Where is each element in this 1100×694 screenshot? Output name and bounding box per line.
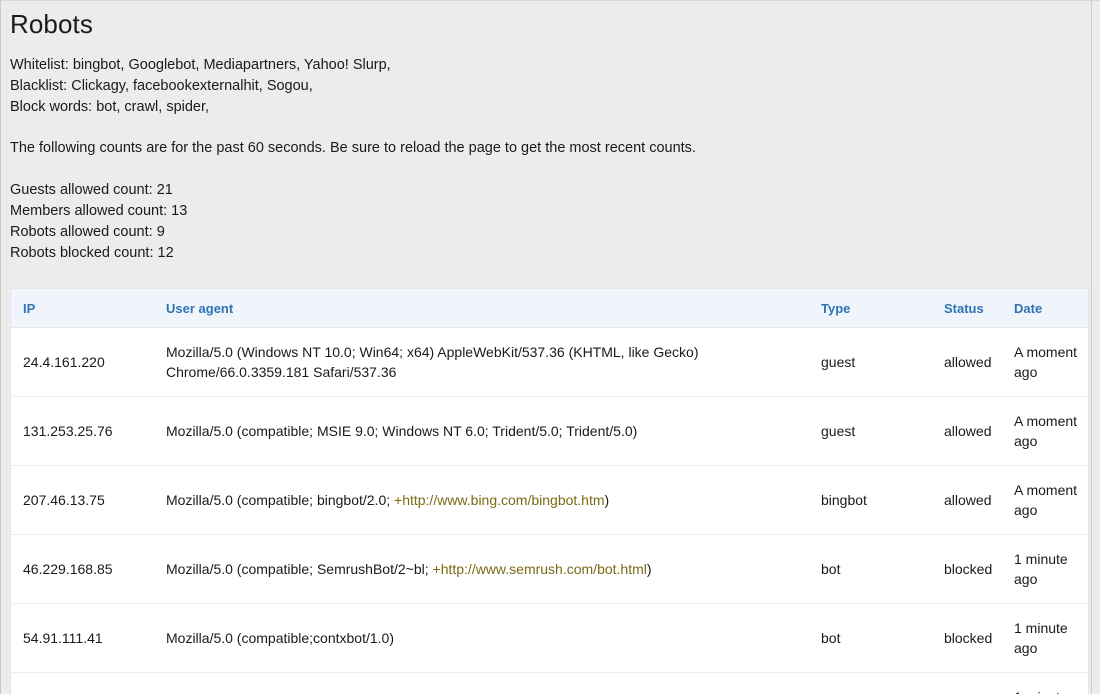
cell-ip: 46.229.168.85: [11, 534, 154, 605]
cell-user-agent: Mozilla/5.0 (Macintosh; Intel Mac OS X 1…: [154, 672, 809, 694]
guests-allowed-count: Guests allowed count: 21: [10, 182, 173, 199]
cell-type: guest: [809, 396, 932, 467]
cell-user-agent: Mozilla/5.0 (Windows NT 10.0; Win64; x64…: [154, 327, 809, 398]
cell-ip: 207.46.13.75: [11, 465, 154, 536]
cell-status: blocked: [932, 534, 1002, 605]
table-row: 131.253.25.76 Mozilla/5.0 (compatible; MS…: [11, 396, 1088, 467]
cell-date: A moment ago: [1002, 327, 1088, 398]
cell-date: 1 minute ago: [1002, 603, 1088, 674]
cell-ip: 131.253.25.76: [11, 396, 154, 467]
column-header-type[interactable]: Type: [809, 289, 932, 329]
page-root: Robots Whitelist: bingbot, Googlebot, Me…: [0, 0, 1100, 694]
cell-user-agent: Mozilla/5.0 (compatible; bingbot/2.0; +h…: [154, 465, 809, 536]
members-allowed-count: Members allowed count: 13: [10, 202, 188, 219]
table-row: 54.91.111.41 Mozilla/5.0 (compatible;cont…: [11, 603, 1088, 674]
table-row: 73.223.201.187Mozilla/5.0 (Macintosh; In…: [11, 672, 1088, 694]
user-agent-url-link[interactable]: +http://www.bing.com/bingbot.htm: [394, 492, 605, 508]
user-agent-text: Mozilla/5.0 (compatible; SemrushBot/2~bl…: [166, 561, 433, 578]
cell-user-agent: Mozilla/5.0 (compatible; SemrushBot/2~bl…: [154, 534, 809, 605]
counts-intro-text: The following counts are for the past 60…: [10, 140, 696, 157]
robots-table: IP User agent Type Status Date 24.4.161.…: [11, 289, 1088, 694]
cell-user-agent: Mozilla/5.0 (compatible; MSIE 9.0; Windo…: [154, 396, 809, 467]
user-agent-text-tail: ): [604, 492, 610, 509]
robots-table-head: IP User agent Type Status Date: [11, 289, 1088, 329]
page-right-gutter: [1091, 1, 1100, 694]
cell-type: bot: [809, 603, 932, 674]
robots-blocked-count: Robots blocked count: 12: [10, 244, 174, 261]
user-agent-url-link[interactable]: +http://www.semrush.com/bot.html: [433, 561, 647, 577]
whitelist-line: Whitelist: bingbot, Googlebot, Mediapart…: [10, 57, 391, 73]
column-header-ip[interactable]: IP: [11, 289, 154, 329]
table-header-row: IP User agent Type Status Date: [11, 289, 1088, 329]
robot-lists-block: Whitelist: bingbot, Googlebot, Mediapart…: [10, 55, 1093, 117]
cell-date: 1 minute ago: [1002, 534, 1088, 605]
column-header-date[interactable]: Date: [1002, 289, 1088, 329]
robots-table-body: 24.4.161.220 Mozilla/5.0 (Windows NT 10.0…: [11, 327, 1088, 694]
user-agent-text-tail: ): [646, 561, 652, 578]
cell-type: guest: [809, 327, 932, 398]
robots-allowed-count: Robots allowed count: 9: [10, 223, 165, 240]
cell-ip: 73.223.201.187: [11, 672, 154, 694]
user-agent-text: Mozilla/5.0 (compatible; bingbot/2.0;: [166, 492, 395, 509]
cell-user-agent: Mozilla/5.0 (compatible;contxbot/1.0): [154, 603, 809, 674]
cell-status: allowed: [932, 672, 1002, 694]
cell-type: bingbot: [809, 465, 932, 536]
cell-ip: 54.91.111.41: [11, 603, 154, 674]
page-title: Robots: [10, 9, 93, 39]
page-content: Robots Whitelist: bingbot, Googlebot, Me…: [1, 1, 1093, 694]
cell-status: allowed: [932, 396, 1002, 467]
cell-date: A moment ago: [1002, 465, 1088, 536]
counts-block: Guests allowed count: 21 Members allowed…: [10, 180, 1093, 263]
cell-status: blocked: [932, 603, 1002, 674]
cell-status: allowed: [932, 327, 1002, 398]
column-header-status[interactable]: Status: [932, 289, 1002, 329]
cell-date: A moment ago: [1002, 396, 1088, 467]
cell-date: 1 minute ago: [1002, 672, 1088, 694]
robots-table-container: IP User agent Type Status Date 24.4.161.…: [10, 288, 1089, 694]
column-header-user-agent[interactable]: User agent: [154, 289, 809, 329]
table-row: 24.4.161.220 Mozilla/5.0 (Windows NT 10.0…: [11, 327, 1088, 398]
counts-intro-block: The following counts are for the past 60…: [10, 138, 1093, 159]
cell-ip: 24.4.161.220: [11, 327, 154, 398]
cell-type: bot: [809, 534, 932, 605]
blacklist-line: Blacklist: Clickagy, facebookexternalhit…: [10, 77, 313, 94]
cell-type: member: [809, 672, 932, 694]
block-words-line: Block words: bot, crawl, spider,: [10, 98, 210, 115]
table-row: 46.229.168.85 Mozilla/5.0 (compatible; Se…: [11, 534, 1088, 605]
table-row: 207.46.13.75 Mozilla/5.0 (compatible; bin…: [11, 465, 1088, 536]
cell-status: allowed: [932, 465, 1002, 536]
